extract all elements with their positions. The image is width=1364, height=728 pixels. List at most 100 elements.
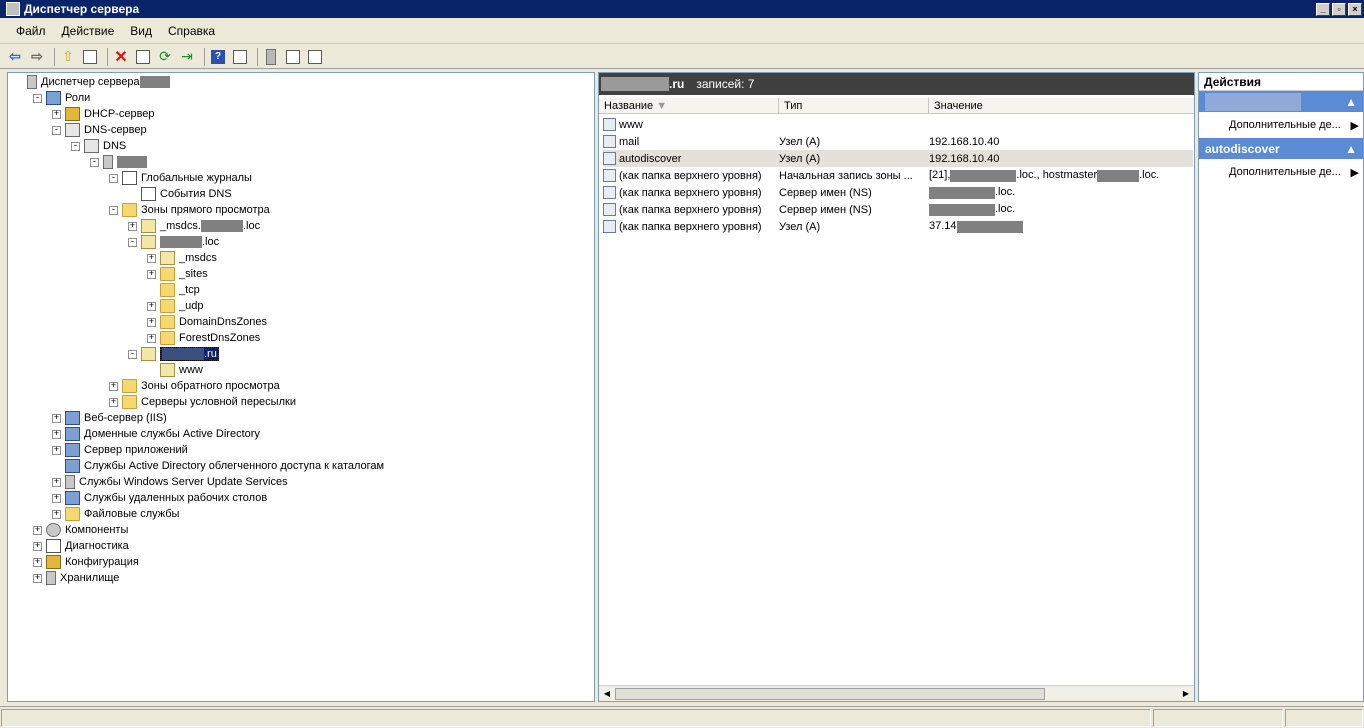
- collapse-icon[interactable]: -: [52, 125, 61, 135]
- list-item[interactable]: autodiscover Узел (A) 192.168.10.40: [603, 150, 1193, 167]
- show-tree-icon[interactable]: [81, 48, 99, 66]
- collapse-icon[interactable]: ▲: [1345, 95, 1357, 109]
- server-icon[interactable]: [262, 48, 280, 66]
- actions-section-zone[interactable]: ▲: [1199, 91, 1363, 112]
- tree-item[interactable]: - Роли: [33, 90, 90, 106]
- tree-item[interactable]: + Зоны обратного просмотра: [109, 378, 280, 394]
- expand-icon[interactable]: +: [33, 541, 42, 551]
- expand-icon[interactable]: +: [147, 333, 156, 343]
- menu-action[interactable]: Действие: [62, 24, 115, 38]
- expand-icon[interactable]: +: [128, 221, 137, 231]
- tree-item[interactable]: + _msdcs: [147, 250, 217, 266]
- actions-more-autodiscover[interactable]: Дополнительные де... ▶: [1199, 159, 1363, 185]
- tree-item[interactable]: - Зоны прямого просмотра: [109, 202, 270, 218]
- actions-section-autodiscover[interactable]: autodiscover ▲: [1199, 138, 1363, 159]
- collapse-icon[interactable]: -: [90, 157, 99, 167]
- expand-icon[interactable]: +: [52, 509, 61, 519]
- menu-help[interactable]: Справка: [168, 24, 215, 38]
- expand-icon[interactable]: +: [52, 429, 61, 439]
- actions-more-zone[interactable]: Дополнительные де... ▶: [1199, 112, 1363, 138]
- tree-item[interactable]: + _udp: [147, 298, 203, 314]
- copy-icon[interactable]: [306, 48, 324, 66]
- expand-icon[interactable]: +: [52, 109, 61, 119]
- tree-item[interactable]: + Компоненты: [33, 522, 128, 538]
- expand-icon[interactable]: +: [33, 557, 42, 567]
- scroll-left-icon[interactable]: ◀: [601, 688, 613, 700]
- expand-icon[interactable]: +: [147, 317, 156, 327]
- tree-item[interactable]: - Глобальные журналы: [109, 170, 252, 186]
- col-type[interactable]: Тип: [779, 98, 929, 114]
- view-icon[interactable]: [231, 48, 249, 66]
- expand-icon[interactable]: +: [147, 253, 156, 263]
- tree-item[interactable]: + Службы удаленных рабочих столов: [52, 490, 267, 506]
- tree-item[interactable]: + Диагностика: [33, 538, 129, 554]
- expand-icon[interactable]: +: [109, 397, 118, 407]
- list-item[interactable]: www: [603, 116, 1193, 133]
- collapse-icon[interactable]: ▲: [1345, 142, 1357, 156]
- tree-item[interactable]: - .loc: [128, 234, 219, 250]
- collapse-icon[interactable]: -: [33, 93, 42, 103]
- horizontal-scrollbar[interactable]: ◀ ▶: [599, 685, 1194, 701]
- close-button[interactable]: ×: [1348, 2, 1362, 16]
- tree-item[interactable]: -: [90, 154, 147, 170]
- tree-item[interactable]: + Хранилище: [33, 570, 119, 586]
- list-icon[interactable]: [284, 48, 302, 66]
- tree-item[interactable]: + Файловые службы: [52, 506, 179, 522]
- col-value[interactable]: Значение: [929, 98, 1192, 114]
- list-item[interactable]: (как папка верхнего уровня) Начальная зап…: [603, 167, 1193, 184]
- delete-icon[interactable]: ✕: [112, 48, 130, 66]
- expand-icon[interactable]: +: [147, 269, 156, 279]
- expand-icon[interactable]: +: [52, 445, 61, 455]
- menu-file[interactable]: Файл: [16, 24, 46, 38]
- list-item[interactable]: (как папка верхнего уровня) Сервер имен (…: [603, 201, 1193, 218]
- tree-item[interactable]: События DNS: [128, 186, 232, 202]
- forward-icon[interactable]: ⇨: [28, 48, 46, 66]
- refresh-icon[interactable]: ⟳: [156, 48, 174, 66]
- records-list[interactable]: .ru записей: 7 Название ▼ Тип Значение w…: [598, 72, 1195, 702]
- collapse-icon[interactable]: -: [109, 205, 118, 215]
- tree-item[interactable]: www: [147, 362, 203, 378]
- menu-view[interactable]: Вид: [130, 24, 152, 38]
- tree-item[interactable]: - DNS: [71, 138, 126, 154]
- minimize-button[interactable]: _: [1316, 2, 1330, 16]
- expand-icon[interactable]: +: [33, 573, 42, 583]
- export-icon[interactable]: ⇥: [178, 48, 196, 66]
- scroll-thumb[interactable]: [615, 688, 1045, 700]
- expand-icon[interactable]: +: [52, 477, 61, 487]
- tree-item[interactable]: + Серверы условной пересылки: [109, 394, 296, 410]
- expand-icon[interactable]: +: [147, 301, 156, 311]
- tree-item[interactable]: + Доменные службы Active Directory: [52, 426, 260, 442]
- tree-item[interactable]: + Сервер приложений: [52, 442, 188, 458]
- list-item[interactable]: (как папка верхнего уровня) Сервер имен (…: [603, 184, 1193, 201]
- console-tree[interactable]: Диспетчер сервера - Роли + DHCP-сервер - DNS-с…: [7, 72, 595, 702]
- tree-item[interactable]: Диспетчер сервера: [14, 74, 170, 90]
- list-item[interactable]: (как папка верхнего уровня) Узел (A) 37.14: [603, 218, 1193, 235]
- tree-item[interactable]: _tcp: [147, 282, 200, 298]
- col-name[interactable]: Название ▼: [599, 98, 779, 114]
- collapse-icon[interactable]: -: [109, 173, 118, 183]
- tree-item[interactable]: + ForestDnsZones: [147, 330, 260, 346]
- expand-icon[interactable]: +: [52, 493, 61, 503]
- tree-item[interactable]: + _sites: [147, 266, 208, 282]
- collapse-icon[interactable]: -: [71, 141, 80, 151]
- tree-item[interactable]: + Конфигурация: [33, 554, 139, 570]
- up-icon[interactable]: ⇧: [59, 48, 77, 66]
- tree-item[interactable]: Службы Active Directory облегченного дос…: [52, 458, 384, 474]
- help-icon[interactable]: ?: [209, 48, 227, 66]
- expand-icon[interactable]: +: [109, 381, 118, 391]
- tree-item[interactable]: + DHCP-сервер: [52, 106, 155, 122]
- tree-item[interactable]: - DNS-сервер: [52, 122, 147, 138]
- expand-icon[interactable]: +: [52, 413, 61, 423]
- collapse-icon[interactable]: -: [128, 237, 137, 247]
- restore-button[interactable]: ▫: [1332, 2, 1346, 16]
- tree-item[interactable]: + DomainDnsZones: [147, 314, 267, 330]
- expand-icon[interactable]: +: [33, 525, 42, 535]
- tree-item[interactable]: - .ru: [128, 346, 219, 362]
- collapse-icon[interactable]: -: [128, 349, 137, 359]
- scroll-right-icon[interactable]: ▶: [1180, 688, 1192, 700]
- tree-item[interactable]: + Веб-сервер (IIS): [52, 410, 167, 426]
- tree-item[interactable]: + Службы Windows Server Update Services: [52, 474, 288, 490]
- tree-item[interactable]: + _msdcs. .loc: [128, 218, 260, 234]
- properties-icon[interactable]: [134, 48, 152, 66]
- list-item[interactable]: mail Узел (A) 192.168.10.40: [603, 133, 1193, 150]
